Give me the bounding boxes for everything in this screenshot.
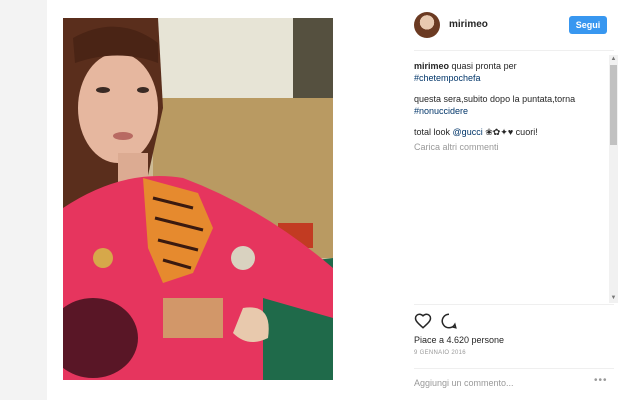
more-options-icon[interactable]: ••• — [594, 375, 608, 386]
speech-bubble-icon[interactable] — [440, 312, 458, 330]
comment-divider — [414, 368, 614, 369]
actions-divider — [414, 304, 614, 305]
heart-icon[interactable] — [414, 312, 432, 330]
username[interactable]: mirimeo — [449, 19, 488, 30]
post-side-panel: mirimeo Segui mirimeo quasi pronta per #… — [414, 0, 620, 400]
caption-username[interactable]: mirimeo — [414, 61, 449, 71]
caption: mirimeo quasi pronta per #chetempochefa — [414, 60, 602, 84]
post-photo[interactable] — [63, 18, 333, 380]
post-header: mirimeo Segui — [414, 8, 614, 42]
post-card: mirimeo Segui mirimeo quasi pronta per #… — [47, 0, 620, 400]
comment-item: questa sera,subito dopo la puntata,torna… — [414, 93, 602, 117]
comment-item: total look @gucci ❀✿✦♥ cuori! — [414, 126, 602, 138]
scroll-down-arrow-icon[interactable]: ▼ — [610, 295, 617, 302]
comment-mention[interactable]: @gucci — [453, 127, 483, 137]
caption-hashtag[interactable]: #chetempochefa — [414, 73, 481, 83]
scrollbar-thumb[interactable] — [610, 65, 617, 145]
post-date: 9 GENNAIO 2016 — [414, 350, 466, 356]
add-comment-input[interactable]: Aggiungi un commento... — [414, 378, 514, 388]
header-divider — [414, 50, 614, 51]
likes-count[interactable]: Piace a 4.620 persone — [414, 335, 504, 345]
comment-suffix: ❀✿✦♥ cuori! — [485, 127, 538, 137]
comments-list: mirimeo quasi pronta per #chetempochefa … — [414, 60, 602, 300]
follow-button[interactable]: Segui — [569, 16, 607, 34]
action-bar — [414, 312, 474, 330]
caption-text: quasi pronta per — [451, 61, 517, 71]
selfie-illustration — [63, 18, 333, 380]
scroll-up-arrow-icon[interactable]: ▲ — [610, 56, 617, 63]
comment-text: questa sera,subito dopo la puntata,torna — [414, 94, 576, 104]
comment-hashtag[interactable]: #nonuccidere — [414, 106, 468, 116]
comment-prefix: total look — [414, 127, 451, 137]
comments-scrollbar[interactable]: ▲ ▼ — [609, 55, 618, 303]
avatar[interactable] — [414, 12, 440, 38]
load-more-comments-link[interactable]: Carica altri commenti — [414, 141, 602, 153]
